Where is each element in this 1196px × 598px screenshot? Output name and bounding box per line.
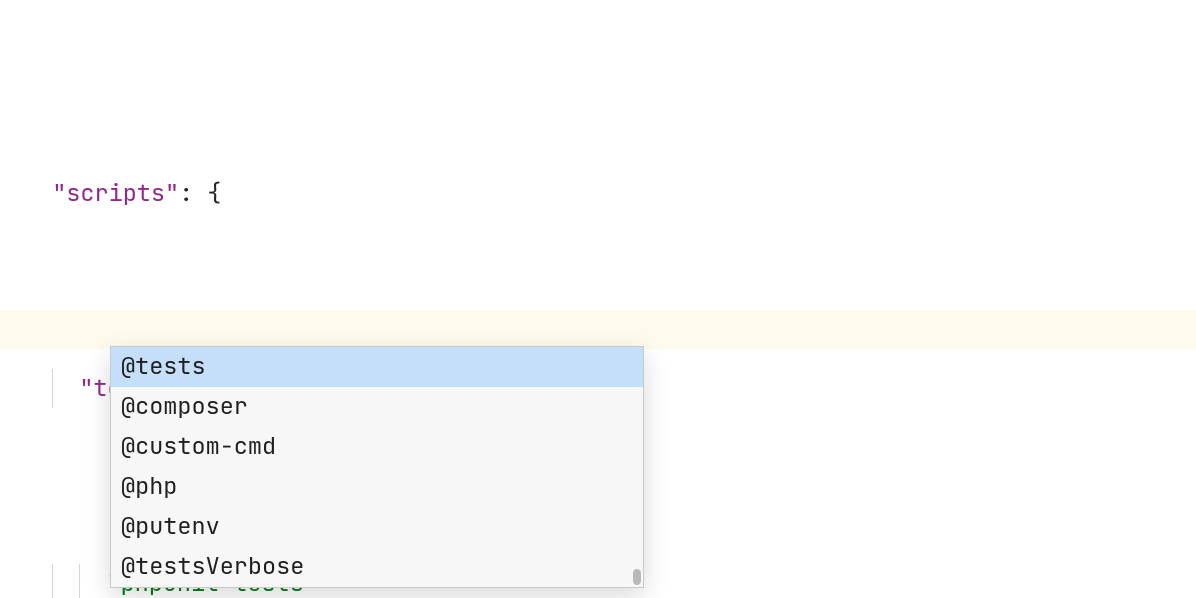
autocomplete-item[interactable]: @testsVerbose	[111, 547, 643, 587]
autocomplete-item[interactable]: @php	[111, 467, 643, 507]
indent-guide	[52, 369, 53, 408]
autocomplete-item[interactable]: @tests	[111, 347, 643, 387]
autocomplete-item[interactable]: @composer	[111, 387, 643, 427]
autocomplete-item[interactable]: @custom-cmd	[111, 427, 643, 467]
indent-guide	[79, 564, 80, 598]
json-key: "scripts"	[52, 178, 179, 209]
token: : {	[179, 178, 221, 209]
code-line: "scripts": {	[24, 174, 839, 213]
autocomplete-popup: @tests @composer @custom-cmd @php @puten…	[110, 346, 644, 588]
autocomplete-item[interactable]: @putenv	[111, 507, 643, 547]
indent-guide	[52, 564, 53, 598]
scrollbar-thumb[interactable]	[633, 569, 641, 585]
